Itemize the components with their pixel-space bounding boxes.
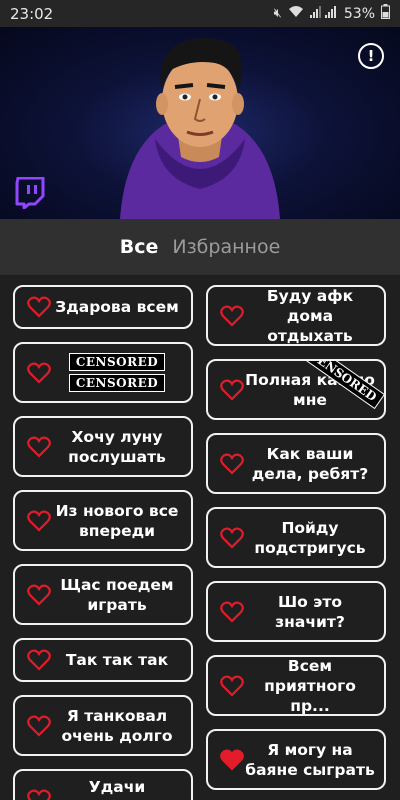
heart-outline-icon[interactable]	[27, 436, 51, 458]
sound-label: Всем приятного пр...	[264, 656, 356, 715]
sound-label: Как ваши дела, ребят?	[251, 444, 369, 483]
wifi-icon	[288, 5, 304, 22]
status-icons: 🔇︎ 53%	[274, 4, 390, 23]
streamer-avatar	[120, 37, 280, 219]
twitch-icon[interactable]	[14, 177, 46, 209]
battery-level: 53%	[343, 5, 375, 22]
heart-outline-icon[interactable]	[220, 305, 244, 327]
sound-label: Здарова всем	[55, 298, 179, 316]
sound-button[interactable]: Пойду подстригусь	[206, 507, 386, 568]
sound-label: Щас поедем играть	[60, 575, 174, 614]
sound-label: Я танковал очень долго	[61, 706, 173, 745]
sound-button[interactable]: Удачи	[13, 769, 193, 800]
heart-outline-icon[interactable]	[27, 649, 51, 671]
censor-bar: CENSORED	[68, 374, 166, 392]
sound-label: Из нового все впереди	[55, 501, 179, 540]
sound-grid: Здарова всем CENSORED CENSORED Хочу луну…	[0, 275, 400, 800]
heart-outline-icon[interactable]	[27, 362, 51, 384]
sound-button[interactable]: Полная как по мне CENSORED	[206, 359, 386, 420]
sound-button[interactable]: Я могу на баяне сыграть	[206, 729, 386, 790]
heart-filled-icon[interactable]	[220, 749, 244, 771]
heart-outline-icon[interactable]	[27, 715, 51, 737]
sound-label: Пойду подстригусь	[254, 518, 366, 557]
sound-label: Шо это значит?	[275, 592, 345, 631]
sound-button[interactable]: Здарова всем	[13, 285, 193, 329]
heart-outline-icon[interactable]	[27, 510, 51, 532]
sound-label: Я могу на баяне сыграть	[245, 740, 375, 779]
heart-outline-icon[interactable]	[220, 379, 244, 401]
tab-all[interactable]: Все	[120, 236, 159, 258]
sound-label: Так так так	[65, 651, 169, 669]
info-button[interactable]: !	[358, 43, 384, 69]
heart-outline-icon[interactable]	[220, 453, 244, 475]
sound-button[interactable]: Из нового все впереди	[13, 490, 193, 551]
sound-button[interactable]: Буду афк дома отдыхать	[206, 285, 386, 346]
heart-outline-icon[interactable]	[27, 584, 51, 606]
sound-button[interactable]: Шо это значит?	[206, 581, 386, 642]
censored-label: CENSORED CENSORED	[51, 353, 183, 392]
mute-icon: 🔇︎	[273, 6, 282, 21]
heart-outline-icon[interactable]	[27, 789, 51, 800]
heart-outline-icon[interactable]	[27, 296, 51, 318]
sound-label: Хочу луну послушать	[68, 427, 166, 466]
sound-label: Удачи	[88, 778, 146, 796]
sound-button[interactable]: CENSORED CENSORED	[13, 342, 193, 403]
heart-outline-icon[interactable]	[220, 675, 244, 697]
sound-button[interactable]: Я танковал очень долго	[13, 695, 193, 756]
censor-bar: CENSORED	[68, 353, 166, 371]
sound-label: Буду афк дома отдыхать	[266, 286, 354, 345]
sound-button[interactable]: Хочу луну послушать	[13, 416, 193, 477]
sound-button[interactable]: Как ваши дела, ребят?	[206, 433, 386, 494]
status-time: 23:02	[10, 4, 54, 23]
battery-icon	[381, 4, 390, 23]
header-banner: !	[0, 27, 400, 219]
sound-button[interactable]: Так так так	[13, 638, 193, 682]
heart-outline-icon[interactable]	[220, 527, 244, 549]
sound-button[interactable]: Всем приятного пр...	[206, 655, 386, 716]
tab-favorites[interactable]: Избранное	[172, 236, 280, 258]
sound-button[interactable]: Щас поедем играть	[13, 564, 193, 625]
signal-icon	[309, 5, 338, 22]
status-bar: 23:02 🔇︎ 53%	[0, 0, 400, 27]
tab-bar: Все Избранное	[0, 219, 400, 275]
heart-outline-icon[interactable]	[220, 601, 244, 623]
